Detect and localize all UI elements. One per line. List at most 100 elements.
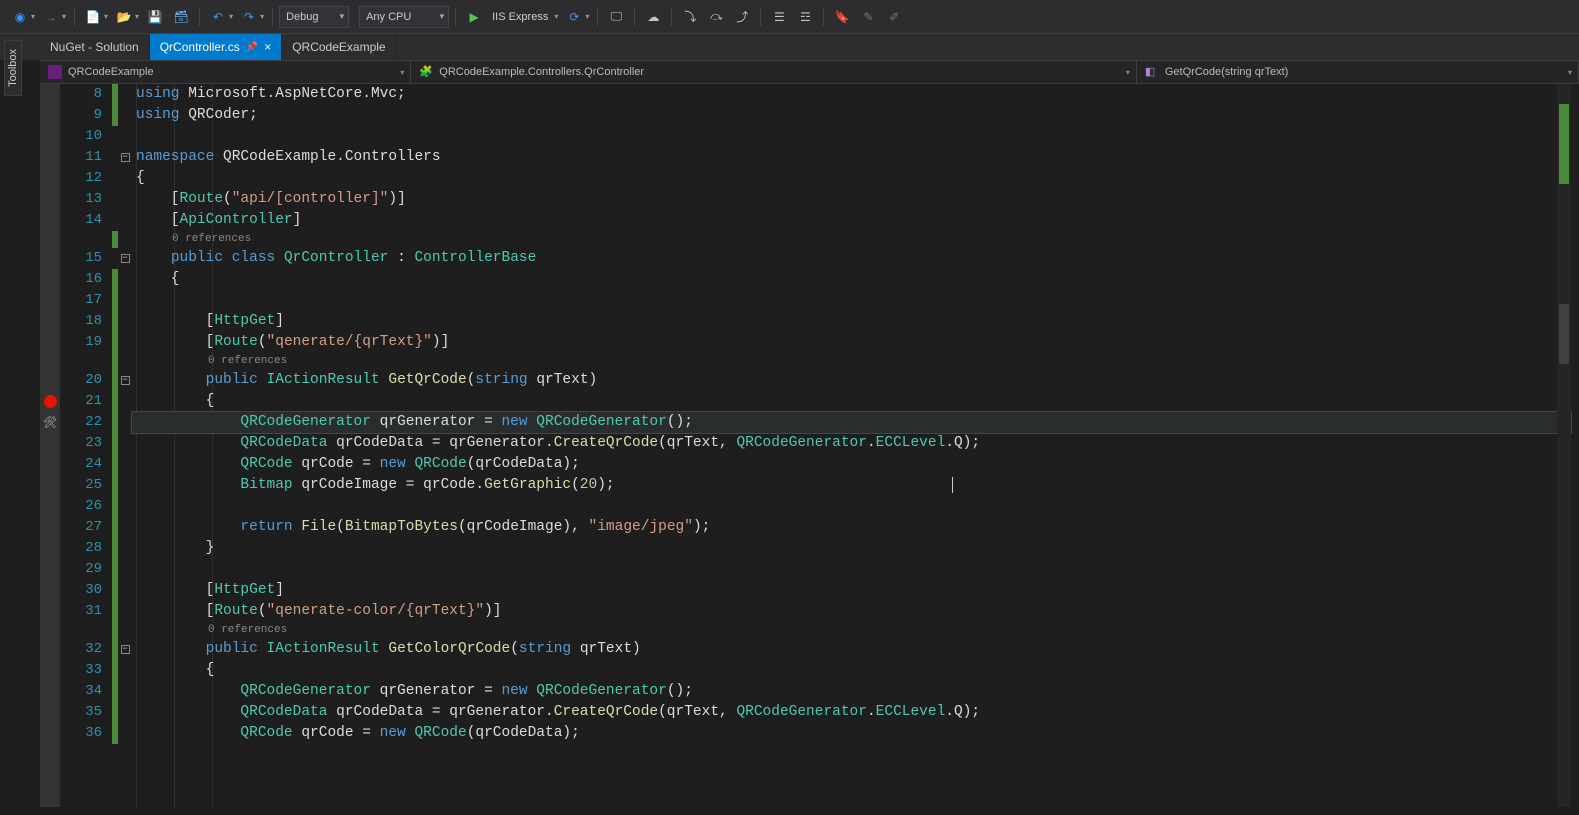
- line-number-gutter: 8910111213141516171819202122232425262728…: [60, 84, 112, 807]
- nav-project-dropdown[interactable]: QRCodeExample: [40, 61, 411, 83]
- document-tab[interactable]: QRCodeExample: [282, 34, 396, 60]
- outdent-icon[interactable]: ☲: [793, 5, 817, 29]
- text-cursor: [952, 477, 953, 493]
- comment-icon[interactable]: ✎: [856, 5, 880, 29]
- codelens-references[interactable]: 0 references: [132, 353, 1571, 370]
- code-line[interactable]: [Route("qenerate-color/{qrText}")]: [132, 601, 1571, 622]
- code-line[interactable]: QRCodeData qrCodeData = qrGenerator.Crea…: [132, 702, 1571, 723]
- codelens-references[interactable]: 0 references: [132, 622, 1571, 639]
- line-number: 33: [60, 660, 102, 681]
- line-number: 17: [60, 290, 102, 311]
- code-line[interactable]: return File(BitmapToBytes(qrCodeImage), …: [132, 517, 1571, 538]
- code-line[interactable]: namespace QRCodeExample.Controllers: [132, 147, 1571, 168]
- back-nav-icon[interactable]: ◉: [8, 5, 32, 29]
- save-icon[interactable]: 💾: [143, 5, 167, 29]
- fwd-dropdown-icon[interactable]: ▾: [62, 12, 66, 21]
- tab-label: NuGet - Solution: [50, 40, 139, 54]
- code-line[interactable]: {: [132, 168, 1571, 189]
- line-number: 21: [60, 391, 102, 412]
- undo-icon[interactable]: ↶: [206, 5, 230, 29]
- code-line[interactable]: public IActionResult GetColorQrCode(stri…: [132, 639, 1571, 660]
- new-project-icon[interactable]: 📄: [81, 5, 105, 29]
- code-line[interactable]: {: [132, 660, 1571, 681]
- browser-link-icon[interactable]: 🖵: [604, 5, 628, 29]
- line-number: 19: [60, 332, 102, 353]
- line-number: 25: [60, 475, 102, 496]
- code-line[interactable]: [HttpGet]: [132, 311, 1571, 332]
- line-number: 29: [60, 559, 102, 580]
- run-target-label[interactable]: IIS Express: [492, 11, 548, 23]
- document-tab-well: NuGet - Solution QrController.cs 📌 × QRCodeE…: [0, 34, 1579, 60]
- codelens-references[interactable]: 0 references: [132, 231, 1571, 248]
- nav-project-label: QRCodeExample: [68, 66, 154, 78]
- method-icon: ◧: [1145, 65, 1159, 79]
- code-editor[interactable]: 🛠 89101112131415161718192021222324252627…: [40, 84, 1571, 807]
- main-toolbar: ◉ ▾ → ▾ 📄 ▾ 📂 ▾ 💾 🗃 ↶ ▾ ↷ ▾ Debug Any CP…: [0, 0, 1579, 34]
- outlining-margin[interactable]: − − − −: [118, 84, 132, 807]
- fold-toggle-icon[interactable]: −: [121, 645, 130, 654]
- save-all-icon[interactable]: 🗃: [169, 5, 193, 29]
- document-tab[interactable]: NuGet - Solution: [40, 34, 150, 60]
- toolbox-tab[interactable]: Toolbox: [4, 40, 22, 96]
- tab-label: QrController.cs: [160, 40, 240, 54]
- step-into-icon[interactable]: ⤵: [678, 5, 702, 29]
- fold-toggle-icon[interactable]: −: [121, 376, 130, 385]
- code-line[interactable]: Bitmap qrCodeImage = qrCode.GetGraphic(2…: [132, 475, 1571, 496]
- csharp-project-icon: [48, 65, 62, 79]
- open-file-icon[interactable]: 📂: [112, 5, 136, 29]
- bookmark-icon[interactable]: 🔖: [830, 5, 854, 29]
- line-number: 35: [60, 702, 102, 723]
- code-line[interactable]: [132, 559, 1571, 580]
- code-line[interactable]: [ApiController]: [132, 210, 1571, 231]
- code-line[interactable]: {: [132, 269, 1571, 290]
- breakpoint-icon[interactable]: [44, 395, 57, 408]
- code-line[interactable]: {: [132, 391, 1571, 412]
- line-number: 13: [60, 189, 102, 210]
- code-line[interactable]: public class QrController : ControllerBa…: [132, 248, 1571, 269]
- code-line[interactable]: }: [132, 538, 1571, 559]
- forward-nav-icon[interactable]: →: [39, 5, 63, 29]
- uncomment-icon[interactable]: ✐: [882, 5, 906, 29]
- code-line[interactable]: using Microsoft.AspNetCore.Mvc;: [132, 84, 1571, 105]
- code-line[interactable]: [132, 290, 1571, 311]
- nav-class-label: QRCodeExample.Controllers.QrController: [439, 66, 644, 78]
- indent-icon[interactable]: ☰: [767, 5, 791, 29]
- code-line[interactable]: QRCode qrCode = new QRCode(qrCodeData);: [132, 723, 1571, 744]
- document-tab[interactable]: QrController.cs 📌 ×: [150, 34, 283, 60]
- code-line[interactable]: using QRCoder;: [132, 105, 1571, 126]
- code-line[interactable]: [Route("api/[controller]")]: [132, 189, 1571, 210]
- nav-dropdown-icon[interactable]: ▾: [31, 12, 35, 21]
- publish-icon[interactable]: ☁: [641, 5, 665, 29]
- code-line[interactable]: QRCodeGenerator qrGenerator = new QRCode…: [132, 412, 1571, 433]
- code-line[interactable]: QRCode qrCode = new QRCode(qrCodeData);: [132, 454, 1571, 475]
- nav-member-label: GetQrCode(string qrText): [1165, 66, 1288, 78]
- code-line[interactable]: QRCodeGenerator qrGenerator = new QRCode…: [132, 681, 1571, 702]
- code-line[interactable]: [Route("qenerate/{qrText}")]: [132, 332, 1571, 353]
- code-line[interactable]: [HttpGet]: [132, 580, 1571, 601]
- pin-icon[interactable]: 📌: [246, 42, 258, 53]
- quick-actions-icon[interactable]: 🛠: [40, 416, 60, 430]
- class-icon: 🧩: [419, 65, 433, 79]
- step-over-icon[interactable]: ⤼: [704, 5, 728, 29]
- breakpoint-margin[interactable]: 🛠: [40, 84, 60, 807]
- code-line[interactable]: public IActionResult GetQrCode(string qr…: [132, 370, 1571, 391]
- step-out-icon[interactable]: ⤴: [730, 5, 754, 29]
- code-body[interactable]: using Microsoft.AspNetCore.Mvc;using QRC…: [132, 84, 1571, 807]
- code-line[interactable]: QRCodeData qrCodeData = qrGenerator.Crea…: [132, 433, 1571, 454]
- fold-toggle-icon[interactable]: −: [121, 153, 130, 162]
- fold-toggle-icon[interactable]: −: [121, 254, 130, 263]
- nav-member-dropdown[interactable]: ◧ GetQrCode(string qrText): [1137, 61, 1579, 83]
- code-line[interactable]: [132, 496, 1571, 517]
- code-line[interactable]: [132, 126, 1571, 147]
- refresh-icon[interactable]: ⟳: [562, 5, 586, 29]
- config-dropdown[interactable]: Debug: [279, 6, 349, 28]
- line-number: 31: [60, 601, 102, 622]
- line-number: 10: [60, 126, 102, 147]
- scroll-thumb[interactable]: [1559, 304, 1569, 364]
- close-icon[interactable]: ×: [264, 40, 271, 54]
- redo-icon[interactable]: ↷: [237, 5, 261, 29]
- play-icon[interactable]: ▶: [462, 5, 486, 29]
- platform-dropdown[interactable]: Any CPU: [359, 6, 449, 28]
- vertical-scrollbar[interactable]: [1557, 84, 1571, 807]
- nav-class-dropdown[interactable]: 🧩 QRCodeExample.Controllers.QrController: [411, 61, 1137, 83]
